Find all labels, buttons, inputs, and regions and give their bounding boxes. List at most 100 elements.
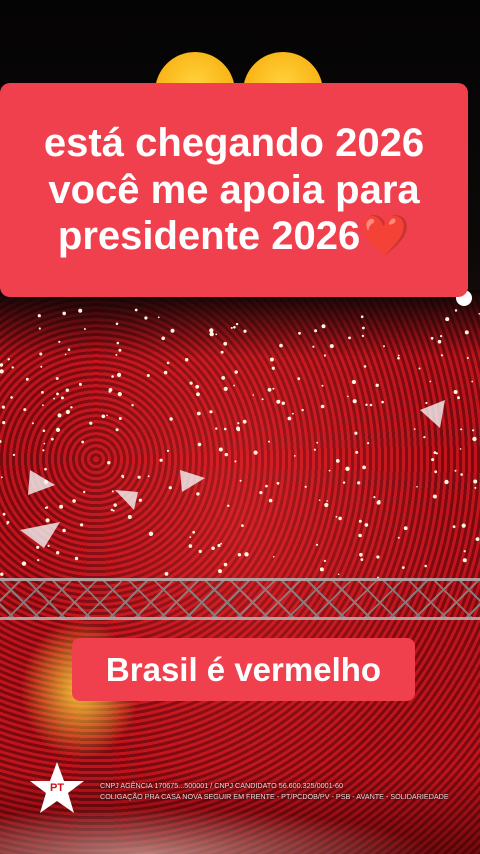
phone-light [215, 427, 218, 430]
flag [420, 400, 445, 428]
phone-light [227, 504, 230, 507]
phone-light [169, 417, 173, 421]
phone-light [10, 396, 13, 399]
phone-light [320, 404, 325, 409]
phone-light [401, 566, 405, 569]
phone-light [163, 370, 168, 375]
phone-light [276, 399, 281, 404]
phone-light [192, 530, 196, 534]
phone-light [170, 328, 175, 333]
phone-light [267, 387, 272, 392]
phone-light [189, 381, 193, 385]
phone-light [337, 573, 340, 576]
phone-light [454, 309, 458, 312]
phone-light [445, 317, 450, 322]
phone-light [137, 475, 141, 479]
phone-light [45, 506, 49, 509]
phone-light [37, 559, 40, 562]
phone-light [118, 417, 122, 420]
phone-light [41, 391, 44, 394]
phone-light [423, 436, 426, 439]
phone-light [40, 365, 43, 368]
phone-light [60, 396, 64, 400]
phone-light [373, 496, 376, 499]
phone-light [83, 490, 86, 494]
phone-light [452, 525, 456, 529]
phone-light [223, 427, 227, 431]
phone-light [418, 367, 421, 370]
phone-light [161, 336, 165, 341]
phone-light [127, 515, 132, 519]
tagline-text: Brasil é vermelho [105, 650, 382, 688]
phone-light [234, 460, 237, 463]
phone-light [233, 384, 236, 387]
phone-light [461, 523, 466, 528]
legal-line-1: CNPJ AGÊNCIA 170675...500001 / CNPJ CAND… [100, 781, 344, 790]
phone-light [338, 516, 342, 521]
phone-light [259, 491, 263, 495]
phone-light [369, 403, 373, 407]
phone-light [157, 316, 160, 319]
phone-light [2, 512, 6, 516]
phone-light [335, 459, 340, 463]
phone-light [313, 448, 316, 451]
flag [20, 522, 60, 548]
phone-light [115, 353, 118, 356]
phone-light [55, 427, 61, 432]
phone-light [2, 421, 6, 425]
phone-light [316, 441, 319, 444]
legal-line-2: COLIGAÇÃO PRA CASA NOVA SEGUIR EM FRENTE… [100, 792, 449, 801]
phone-light [42, 404, 44, 407]
phone-light [354, 431, 358, 435]
phone-light [0, 369, 4, 374]
phone-light [292, 412, 294, 415]
phone-light [138, 498, 142, 502]
phone-light [0, 363, 4, 367]
stage-truss [0, 578, 480, 620]
phone-light [472, 429, 475, 432]
phone-light [424, 564, 428, 568]
phone-light [37, 314, 41, 318]
phone-light [159, 458, 163, 462]
phone-light [72, 499, 76, 503]
phone-light [7, 358, 10, 361]
phone-light [230, 326, 233, 329]
headline-text: está chegando 2026 você me apoia para pr… [36, 120, 432, 260]
headline-line-3: presidente 2026❤️ [44, 213, 424, 260]
headline-line-3-text: presidente 2026 [57, 214, 361, 259]
tagline-caption: Brasil é vermelho [72, 638, 415, 701]
phone-light [437, 339, 442, 344]
phone-light [0, 476, 3, 479]
phone-light [108, 390, 112, 393]
phone-light [314, 329, 318, 333]
phone-light [352, 399, 357, 404]
phone-light [115, 428, 119, 432]
phone-light [244, 552, 249, 557]
phone-light [321, 324, 326, 329]
phone-light [218, 447, 223, 452]
phone-light [397, 354, 400, 357]
phone-light [224, 452, 228, 457]
phone-light [198, 549, 202, 554]
phone-light [39, 352, 43, 356]
phone-light [466, 357, 469, 359]
phone-light [185, 358, 189, 362]
phone-light [397, 356, 400, 360]
headline-line-2: você me apoia para [48, 167, 420, 212]
phone-light [357, 481, 361, 485]
phone-light [236, 428, 241, 432]
phone-light [147, 475, 150, 478]
phone-light [365, 403, 368, 406]
phone-light [223, 386, 228, 391]
phone-light [144, 316, 148, 320]
phone-light [57, 413, 62, 418]
phone-light [329, 344, 334, 349]
phone-light [106, 414, 108, 417]
phone-light [287, 416, 292, 421]
phone-light [44, 467, 47, 471]
phone-light [362, 326, 365, 330]
phone-light [435, 452, 438, 455]
phone-light [12, 453, 16, 457]
phone-light [474, 486, 477, 489]
phone-light [376, 500, 381, 505]
